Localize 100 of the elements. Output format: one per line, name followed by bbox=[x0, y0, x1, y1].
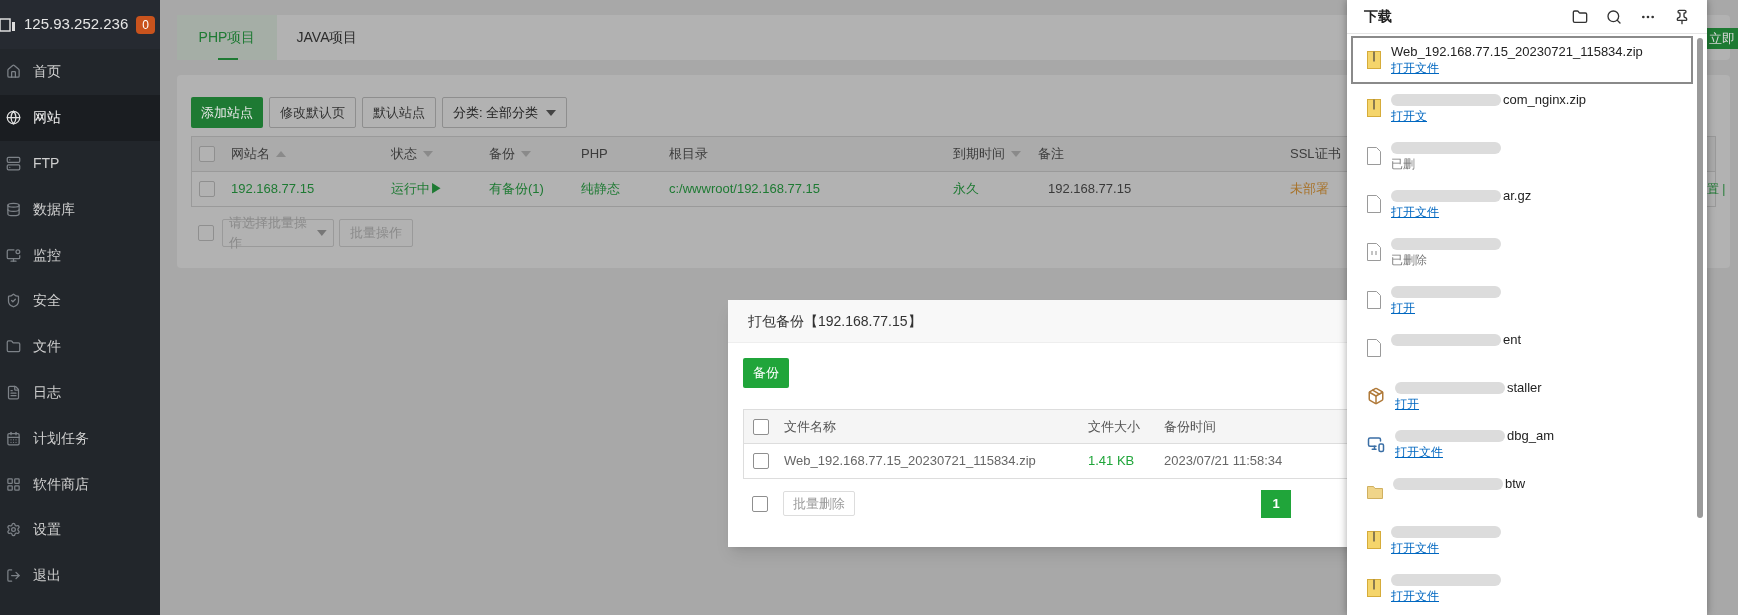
open-file-link[interactable]: 打开文件 bbox=[1391, 204, 1439, 220]
table-cell-text: 2023/07/21 11:58:34 bbox=[1164, 452, 1284, 471]
open-file-link[interactable]: 打开 bbox=[1391, 300, 1415, 316]
zip-file-icon bbox=[1367, 531, 1381, 549]
server-address: 125.93.252.236 bbox=[24, 14, 129, 35]
file-icon bbox=[1367, 291, 1381, 309]
sidebar-item[interactable]: 数据库 bbox=[0, 186, 160, 233]
column-header: SSL证书 bbox=[1290, 145, 1342, 164]
pin-icon[interactable] bbox=[1674, 8, 1690, 25]
globe-icon bbox=[6, 110, 21, 126]
checkbox[interactable] bbox=[198, 224, 214, 241]
sort-icon bbox=[423, 151, 433, 157]
database-icon bbox=[6, 201, 21, 217]
dialog-title: 打包备份【192.168.77.15】 bbox=[748, 311, 922, 331]
file-name: btw bbox=[1505, 476, 1526, 492]
toolbar-button[interactable]: 默认站点 bbox=[362, 97, 436, 128]
server-icon bbox=[6, 156, 21, 171]
checkbox[interactable] bbox=[752, 495, 768, 512]
open-file-link[interactable]: 打开文 bbox=[1391, 108, 1427, 124]
grid-icon bbox=[6, 476, 21, 492]
sidebar-item[interactable]: 日志 bbox=[0, 369, 160, 416]
monitor-icon bbox=[6, 247, 21, 263]
download-item[interactable]: com_nginx.zip 打开文 bbox=[1351, 84, 1693, 132]
folder-icon[interactable] bbox=[1572, 8, 1588, 25]
add-site-button[interactable]: 添加站点 bbox=[191, 97, 263, 128]
sort-icon bbox=[276, 151, 286, 157]
calendar-icon bbox=[6, 430, 21, 446]
download-item[interactable]: 打开 bbox=[1351, 276, 1693, 324]
home-icon bbox=[6, 64, 21, 80]
open-file-link[interactable]: 打开文件 bbox=[1391, 60, 1439, 76]
shield-icon bbox=[6, 293, 21, 309]
table-cell-text: 1.41 KB bbox=[1088, 452, 1136, 471]
column-header[interactable]: 状态 bbox=[391, 144, 489, 164]
file-name: ent bbox=[1503, 332, 1522, 348]
open-file-link[interactable]: 打开文件 bbox=[1391, 540, 1439, 556]
column-header: PHP bbox=[581, 145, 609, 164]
caret-icon bbox=[317, 229, 327, 236]
toolbar-button[interactable]: 修改默认页 bbox=[269, 97, 356, 128]
sidebar-item[interactable]: 退出 bbox=[0, 552, 160, 599]
sort-icon bbox=[1011, 151, 1021, 157]
column-header: 文件大小 bbox=[1088, 417, 1141, 436]
file-icon bbox=[1367, 147, 1381, 165]
download-item[interactable]: ent bbox=[1351, 324, 1693, 372]
sidebar-item[interactable]: 监控 bbox=[0, 232, 160, 278]
folder-icon bbox=[6, 339, 21, 355]
checkbox[interactable] bbox=[199, 146, 215, 162]
scrollbar[interactable] bbox=[1697, 38, 1703, 518]
download-item[interactable]: 已删除 bbox=[1351, 228, 1693, 276]
sidebar-item[interactable]: 计划任务 bbox=[0, 415, 160, 462]
download-item[interactable]: btw bbox=[1351, 468, 1693, 516]
deleted-status: 已删 bbox=[1391, 156, 1415, 172]
checkbox[interactable] bbox=[753, 418, 769, 435]
settings-icon bbox=[6, 522, 21, 538]
open-file-link[interactable]: 打开文件 bbox=[1391, 588, 1439, 604]
column-header[interactable]: 网站名 bbox=[231, 144, 391, 164]
download-item[interactable]: staller 打开 bbox=[1351, 372, 1693, 420]
download-item[interactable]: 打开文件 bbox=[1351, 564, 1693, 612]
file-name: staller bbox=[1507, 380, 1542, 396]
tab[interactable]: JAVA项目 bbox=[277, 15, 377, 60]
backup-button[interactable]: 备份 bbox=[743, 358, 789, 388]
code-file-icon bbox=[1367, 243, 1381, 261]
open-file-link[interactable]: 打开文件 bbox=[1395, 444, 1443, 460]
box-icon bbox=[1367, 387, 1385, 405]
download-item[interactable]: Web_192.168.77.15_20230721_115834.zip 打开文件 bbox=[1351, 36, 1693, 84]
zip-file-icon bbox=[1367, 99, 1381, 117]
category-dropdown[interactable]: 分类: 全部分类 bbox=[442, 97, 568, 128]
open-button[interactable]: 立即 bbox=[1707, 28, 1738, 49]
search-icon[interactable] bbox=[1606, 8, 1622, 25]
file-name: com_nginx.zip bbox=[1503, 92, 1587, 108]
sort-icon bbox=[521, 151, 531, 157]
server-icon bbox=[0, 16, 16, 33]
open-file-link[interactable]: 打开 bbox=[1395, 396, 1419, 412]
sidebar-item[interactable]: 网站 bbox=[0, 94, 160, 141]
file-icon bbox=[1367, 195, 1381, 213]
download-item[interactable]: 打开文件 bbox=[1351, 516, 1693, 564]
download-item[interactable]: ar.gz 打开文件 bbox=[1351, 180, 1693, 228]
column-header[interactable]: 到期时间 bbox=[953, 144, 1038, 164]
page-button[interactable]: 1 bbox=[1261, 489, 1291, 518]
checkbox[interactable] bbox=[199, 181, 215, 197]
table-cell-text: Web_192.168.77.15_20230721_115834.zip bbox=[784, 452, 1037, 471]
folder-icon bbox=[1367, 485, 1383, 499]
file-name: ar.gz bbox=[1503, 188, 1532, 204]
sidebar-item[interactable]: 文件 bbox=[0, 323, 160, 370]
sidebar-item[interactable]: 软件商店 bbox=[0, 461, 160, 507]
checkbox[interactable] bbox=[753, 453, 769, 469]
sidebar-item[interactable]: 安全 bbox=[0, 278, 160, 324]
download-item[interactable]: 已删 bbox=[1351, 132, 1693, 180]
sidebar-item[interactable]: FTP bbox=[0, 140, 160, 187]
file-name: Web_192.168.77.15_20230721_115834.zip bbox=[1391, 44, 1643, 60]
column-header: 根目录 bbox=[669, 145, 709, 164]
column-header: 备份时间 bbox=[1164, 417, 1217, 436]
deleted-status: 已删除 bbox=[1391, 252, 1427, 268]
file-name: dbg_am bbox=[1507, 428, 1554, 444]
sidebar-item[interactable]: 设置 bbox=[0, 506, 160, 553]
zip-file-icon bbox=[1367, 51, 1381, 69]
panel-title: 下载 bbox=[1364, 7, 1392, 26]
sidebar-item[interactable]: 首页 bbox=[0, 49, 160, 95]
download-item[interactable]: dbg_am 打开文件 bbox=[1351, 420, 1693, 468]
column-header[interactable]: 备份 bbox=[489, 144, 581, 164]
notification-badge[interactable]: 0 bbox=[136, 15, 155, 34]
